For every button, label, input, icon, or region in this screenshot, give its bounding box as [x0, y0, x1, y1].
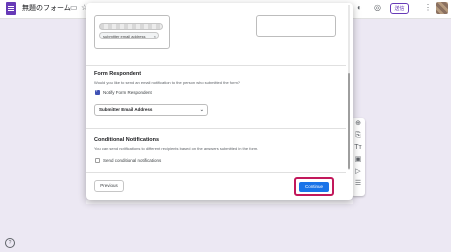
conditional-description: You can send notifications to different … [94, 146, 259, 151]
form-respondent-title: Form Respondent [94, 71, 142, 77]
conditional-checkbox-label[interactable]: Send conditional notifications [103, 158, 161, 163]
notify-respondent-checkbox[interactable] [95, 88, 100, 95]
notify-respondent-label[interactable]: Notify Form Respondent [103, 90, 152, 95]
form-canvas-edge [86, 200, 353, 204]
secondary-input[interactable] [256, 15, 336, 37]
respondent-email-select[interactable]: Submitter Email Address ⌄ [94, 104, 208, 116]
more-icon[interactable]: ⋮ [424, 3, 432, 13]
recipient-chip[interactable]: submitter email address × [99, 32, 159, 39]
recipient-chip-redacted [99, 23, 163, 30]
scrollbar-thumb[interactable] [348, 73, 350, 169]
continue-button[interactable]: Continue [299, 182, 329, 192]
divider [86, 172, 346, 173]
form-respondent-description: Would you like to send an email notifica… [94, 80, 241, 85]
section-icon[interactable]: ☰ [351, 178, 365, 190]
add-question-icon[interactable]: ⊕ [351, 118, 365, 130]
conditional-title: Conditional Notifications [94, 137, 160, 143]
form-logo-icon[interactable] [6, 2, 16, 15]
previous-button[interactable]: Previous [94, 180, 124, 192]
title-icon[interactable]: Tт [351, 142, 365, 154]
preview-icon[interactable]: ◎ [374, 3, 381, 13]
palette-icon[interactable]: ◐ [357, 3, 362, 13]
recipient-chip-label: submitter email address [103, 34, 146, 39]
send-button[interactable]: 送信 [390, 3, 409, 14]
avatar[interactable] [436, 2, 448, 14]
notification-dialog: submitter email address × Form Responden… [86, 3, 353, 200]
chevron-down-icon: ⌄ [199, 107, 204, 113]
image-icon[interactable]: ▣ [351, 154, 365, 166]
video-icon[interactable]: ▷ [351, 166, 365, 178]
close-icon[interactable]: × [154, 33, 156, 40]
divider [86, 128, 346, 129]
divider [86, 65, 346, 66]
side-toolbar: ⊕ ⎘ Tт ▣ ▷ ☰ [351, 118, 365, 196]
respondent-email-select-value: Submitter Email Address [99, 107, 153, 112]
folder-icon[interactable]: ▭ [70, 3, 78, 13]
recipient-field[interactable]: submitter email address × [94, 15, 170, 49]
help-icon[interactable]: ? [5, 238, 15, 248]
conditional-checkbox[interactable] [95, 158, 100, 163]
document-title[interactable]: 無題のフォーム [22, 3, 71, 13]
import-icon[interactable]: ⎘ [351, 130, 365, 142]
